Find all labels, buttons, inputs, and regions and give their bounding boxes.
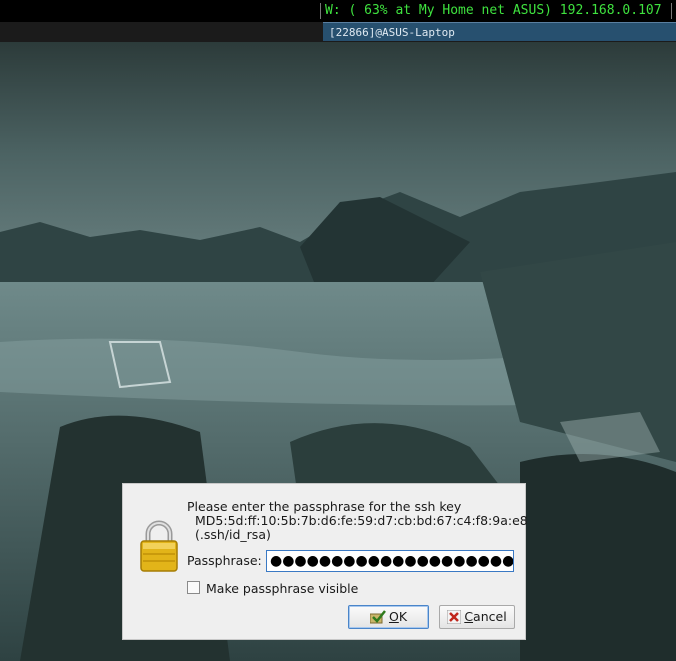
separator <box>320 3 321 19</box>
window-title-tab[interactable]: [22866]@ASUS-Laptop <box>323 22 676 41</box>
show-passphrase-label[interactable]: Make passphrase visible <box>206 581 358 596</box>
show-passphrase-checkbox[interactable] <box>187 581 200 594</box>
key-path: (.ssh/id_rsa) <box>195 527 271 542</box>
cancel-label: ancel <box>473 609 507 624</box>
ssh-passphrase-dialog: Please enter the passphrase for the ssh … <box>122 483 528 640</box>
lock-icon <box>140 520 178 572</box>
passphrase-input[interactable]: ●●●●●●●●●●●●●●●●●●●●● <box>266 550 514 572</box>
passphrase-value: ●●●●●●●●●●●●●●●●●●●●● <box>270 553 514 569</box>
passphrase-label: Passphrase: <box>187 553 262 568</box>
wifi-status: W: ( 63% at My Home net ASUS) 192.168.0.… <box>325 3 662 18</box>
cancel-button[interactable]: Cancel <box>439 605 515 629</box>
ok-label: K <box>398 609 408 624</box>
ok-mnemonic: O <box>388 609 399 624</box>
cancel-x-icon <box>446 609 462 625</box>
checkmark-icon <box>369 610 386 624</box>
prompt-text: Please enter the passphrase for the ssh … <box>187 499 462 514</box>
ok-button[interactable]: OK <box>348 605 429 629</box>
key-fingerprint: MD5:5d:ff:10:5b:7b:d6:fe:59:d7:cb:bd:67:… <box>195 513 528 528</box>
separator <box>671 3 672 19</box>
cancel-mnemonic: C <box>464 609 474 624</box>
status-bar: W: ( 63% at My Home net ASUS) 192.168.0.… <box>0 0 676 22</box>
